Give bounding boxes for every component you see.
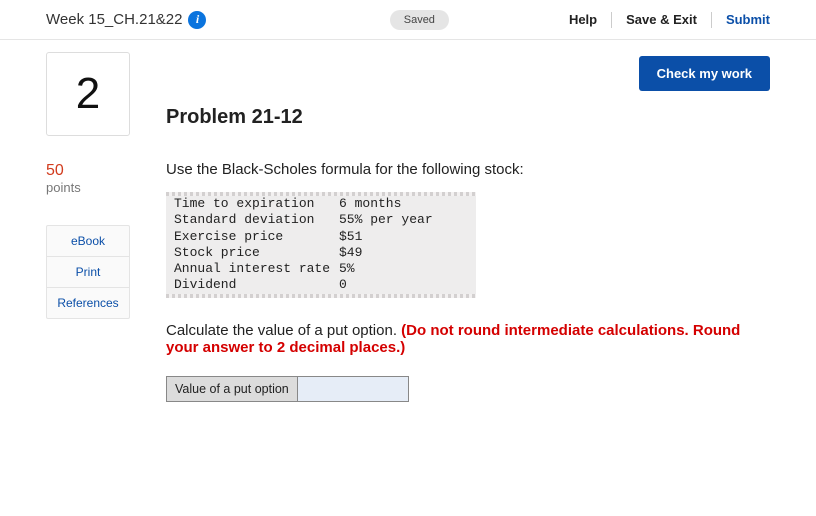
table-stripe-bottom [166,294,476,298]
table-row: Standard deviation 55% per year [166,212,476,228]
data-table: Time to expiration 6 months Standard dev… [166,192,476,298]
answer-input[interactable] [298,377,408,401]
top-links: Help Save & Exit Submit [569,12,770,28]
points-label: points [46,180,156,195]
table-row: Dividend 0 [166,277,476,293]
table-row: Exercise price $51 [166,229,476,245]
row-label: Dividend [174,277,339,293]
side-links: eBook Print References [46,225,130,319]
divider [611,12,612,28]
main-content: Check my work Problem 21-12 Use the Blac… [156,52,770,402]
help-link[interactable]: Help [569,12,597,27]
row-label: Exercise price [174,229,339,245]
answer-label: Value of a put option [167,377,298,401]
divider [711,12,712,28]
question-number-box: 2 [46,52,130,136]
submit-link[interactable]: Submit [726,12,770,27]
calc-text: Calculate the value of a put option. [166,322,401,339]
print-link[interactable]: Print [47,256,129,287]
calc-prompt: Calculate the value of a put option. (Do… [166,322,770,356]
save-exit-link[interactable]: Save & Exit [626,12,697,27]
row-value: $49 [339,245,468,261]
row-label: Stock price [174,245,339,261]
table-row: Stock price $49 [166,245,476,261]
saved-pill: Saved [390,10,449,30]
answer-box: Value of a put option [166,376,409,402]
references-link[interactable]: References [47,287,129,318]
info-icon[interactable]: i [188,11,206,29]
problem-title: Problem 21-12 [166,106,770,129]
points-value: 50 [46,162,156,180]
table-row: Time to expiration 6 months [166,196,476,212]
points-block: 50 points [46,162,156,195]
check-my-work-button[interactable]: Check my work [639,56,770,91]
question-number: 2 [76,69,100,119]
row-label: Time to expiration [174,196,339,212]
left-column: 2 50 points eBook Print References [46,52,156,402]
row-label: Annual interest rate [174,261,339,277]
top-bar: Week 15_CH.21&22 i Saved Help Save & Exi… [0,0,816,40]
table-row: Annual interest rate 5% [166,261,476,277]
row-label: Standard deviation [174,212,339,228]
row-value: 5% [339,261,468,277]
row-value: 6 months [339,196,468,212]
assignment-title: Week 15_CH.21&22 [46,11,182,28]
row-value: $51 [339,229,468,245]
problem-instruction: Use the Black-Scholes formula for the fo… [166,161,770,178]
row-value: 55% per year [339,212,468,228]
row-value: 0 [339,277,468,293]
ebook-link[interactable]: eBook [47,226,129,256]
